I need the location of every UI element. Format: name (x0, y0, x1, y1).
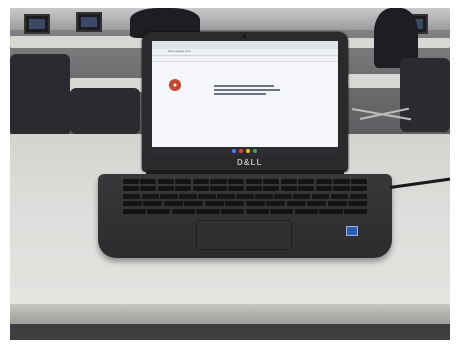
desk-edge (10, 304, 450, 324)
keyboard-key (298, 186, 315, 192)
touchpad (196, 220, 292, 250)
background-desk (10, 36, 150, 48)
keyboard-key (210, 186, 227, 192)
laptop-base (98, 174, 392, 258)
keyboard-key (344, 208, 368, 214)
keyboard-key (221, 208, 245, 214)
shelf-app-icon (246, 149, 250, 153)
keyboard-key (307, 201, 327, 207)
keyboard-key (280, 186, 297, 192)
keyboard-key (292, 193, 311, 199)
keyboard-key (147, 208, 171, 214)
keyboard-key (351, 186, 368, 192)
keyboard-key (286, 201, 306, 207)
keyboard-key (192, 179, 210, 184)
keyboard-key (330, 193, 349, 199)
keyboard-key (228, 186, 245, 192)
keyboard-key (270, 208, 294, 214)
shelf-app-icon (232, 149, 236, 153)
keyboard-key (349, 193, 368, 199)
keyboard-key (140, 186, 157, 192)
keyboard-key (228, 179, 245, 184)
keyboard-key (280, 179, 297, 184)
docs-toolbar (152, 56, 338, 62)
keyboard-key (122, 193, 141, 199)
browser-tab-bar (152, 41, 338, 49)
keyboard-key (273, 193, 292, 199)
keyboard-key (255, 193, 273, 199)
keyboard-key (319, 208, 343, 214)
keyboard-key (143, 201, 163, 207)
laptop-screen: docs.google.com ● (152, 41, 338, 155)
keyboard-key (204, 201, 224, 207)
keyboard-key (294, 208, 318, 214)
keyboard-key (225, 201, 245, 207)
keyboard-key (196, 208, 220, 214)
keyboard-key (163, 201, 183, 207)
keyboard-key (175, 179, 192, 184)
keyboard-key (245, 186, 262, 192)
keyboard-key (245, 179, 262, 184)
keyboard-key (351, 179, 368, 184)
keyboard-key (179, 193, 197, 199)
keyboard-key (157, 186, 174, 192)
keyboard-key (311, 193, 330, 199)
keyboard-key (315, 179, 333, 184)
address-text: docs.google.com (168, 49, 191, 53)
processor-sticker (346, 226, 358, 236)
keyboard-key (333, 179, 350, 184)
keyboard-key (160, 193, 178, 199)
document-text-line (214, 85, 274, 87)
background-chair (70, 88, 140, 134)
keyboard-key (327, 201, 347, 207)
shelf-app-icon (239, 149, 243, 153)
keyboard-key (198, 193, 216, 199)
document-text-line (214, 93, 266, 95)
keyboard-key (333, 186, 350, 192)
photo: docs.google.com ● D&LL (10, 8, 450, 340)
document-text-line (214, 89, 280, 91)
keyboard-key (140, 179, 157, 184)
keyboard (122, 179, 368, 217)
keyboard-key (122, 208, 146, 214)
background-chair (400, 58, 450, 132)
keyboard-key (192, 186, 210, 192)
floor (10, 324, 450, 340)
keyboard-key (266, 201, 286, 207)
keyboard-key (184, 201, 204, 207)
keyboard-key (298, 179, 315, 184)
keyboard-key (263, 179, 280, 184)
shelf-app-icon (253, 149, 257, 153)
webcam (243, 35, 246, 38)
keyboard-key (122, 186, 139, 192)
keyboard-key (245, 201, 265, 207)
chromeos-shelf (152, 147, 338, 155)
keyboard-key (122, 201, 142, 207)
keyboard-key (141, 193, 160, 199)
keyboard-key (217, 193, 235, 199)
background-chair (10, 54, 70, 136)
background-monitor (24, 14, 50, 34)
keyboard-key (175, 186, 192, 192)
background-monitor (76, 12, 102, 32)
brand-logo: D&LL (237, 158, 263, 167)
keyboard-key (236, 193, 254, 199)
keyboard-key (348, 201, 368, 207)
keyboard-key (263, 186, 280, 192)
keyboard-key (157, 179, 174, 184)
background-desk (348, 74, 408, 88)
keyboard-key (210, 179, 227, 184)
laptop-lid: docs.google.com ● D&LL (142, 32, 348, 172)
keyboard-key (315, 186, 333, 192)
microphone-icon: ● (169, 79, 181, 91)
keyboard-key (245, 208, 269, 214)
keyboard-key (171, 208, 195, 214)
keyboard-key (122, 179, 139, 184)
